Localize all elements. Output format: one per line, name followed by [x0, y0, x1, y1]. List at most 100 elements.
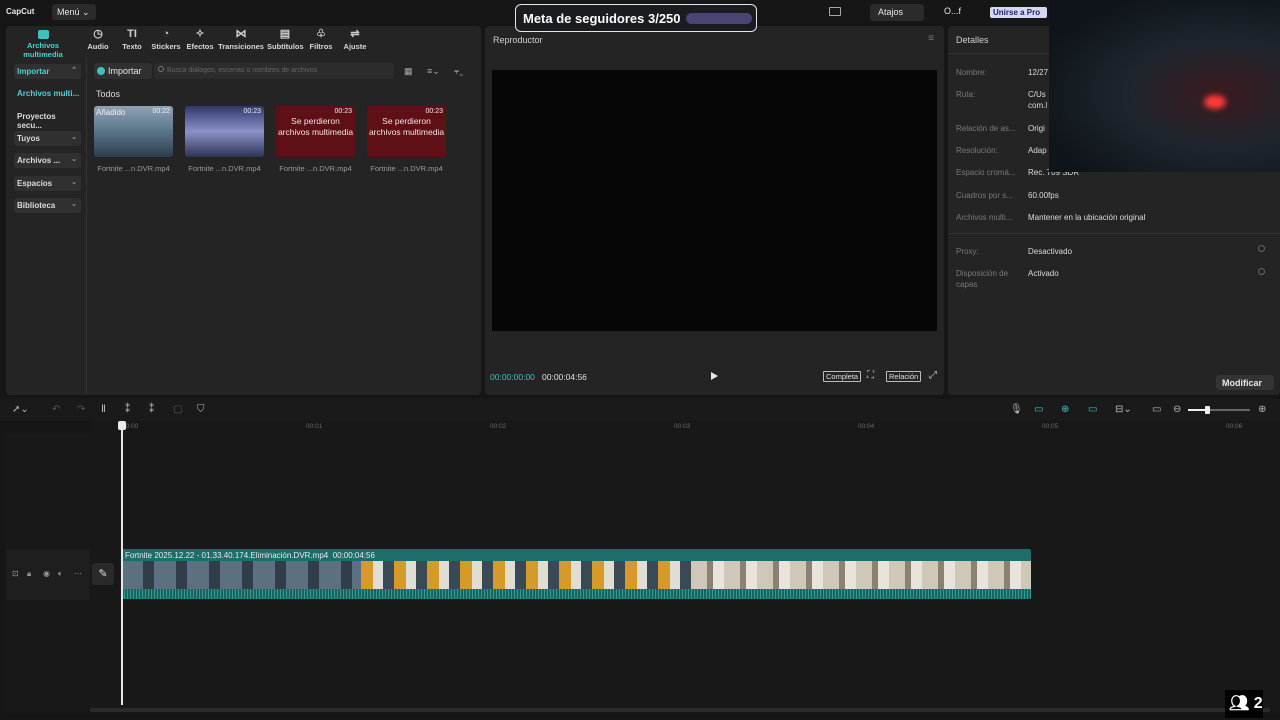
- volume-icon[interactable]: 🔈︎: [58, 569, 63, 579]
- microphone-icon[interactable]: 🎙: [1010, 404, 1023, 415]
- sidebar-item-yours[interactable]: Tuyos ⌄: [14, 131, 81, 146]
- cover-icon[interactable]: ⊡: [12, 569, 19, 578]
- app-logo: CapCut: [6, 7, 35, 16]
- fullscreen-icon[interactable]: ⤢: [929, 370, 937, 381]
- eye-icon[interactable]: ◉: [43, 569, 50, 578]
- tool-stickers[interactable]: ◔ Stickers: [151, 28, 181, 51]
- tool-effects[interactable]: ✧ Efectos: [186, 28, 214, 51]
- media-thumbnail-missing[interactable]: 00:23 Se perdieron archivos multimedia: [367, 106, 446, 157]
- playhead[interactable]: [121, 421, 123, 705]
- zoom-slider[interactable]: [1188, 406, 1250, 414]
- tool-adjust[interactable]: ⇌ Ajuste: [342, 28, 368, 51]
- detail-label: Espacio cromá...: [956, 168, 1016, 177]
- detail-value: Activado: [1028, 269, 1059, 278]
- sidebar-item-files[interactable]: Archivos ... ⌄: [14, 153, 81, 168]
- zoom-in-icon[interactable]: ⊕: [1258, 404, 1266, 415]
- video-clip[interactable]: Fortnite 2025.12.22 - 01.33.40.174.Elimi…: [121, 549, 1031, 599]
- snap-icon[interactable]: ⊕: [1061, 404, 1069, 415]
- media-icon: [37, 30, 49, 39]
- user-name[interactable]: O...f: [944, 6, 961, 16]
- zoom-out-icon[interactable]: ⊖: [1173, 404, 1181, 415]
- tool-audio[interactable]: ◷ Audio: [86, 28, 110, 51]
- player-panel: Reproductor ≡ 00:00:00:00 00:00:04:56 Co…: [485, 26, 944, 395]
- shield-icon[interactable]: ⛉: [197, 404, 205, 415]
- full-quality-button[interactable]: Completa: [823, 371, 862, 382]
- added-badge: Añadido: [96, 108, 126, 117]
- text-icon: TI: [127, 28, 137, 40]
- menu-icon[interactable]: ≡: [928, 33, 934, 44]
- sort-icon[interactable]: ≡⌄: [427, 66, 440, 77]
- chevron-up-icon: ⌃: [71, 67, 77, 74]
- caption-icon[interactable]: ▭: [1152, 404, 1161, 415]
- filter-icon[interactable]: ⫧⌄: [454, 66, 463, 77]
- media-filename: Fortnite ...n.DVR.mp4: [188, 164, 261, 173]
- edit-cover-icon[interactable]: ✎: [92, 563, 114, 585]
- sidebar-item-projects[interactable]: Proyectos secu...: [14, 109, 81, 130]
- tool-filters[interactable]: ♧ Filtros: [309, 28, 333, 51]
- delete-icon[interactable]: ▢: [173, 404, 182, 415]
- split-left-icon[interactable]: ⁑: [125, 404, 130, 415]
- ratio-button[interactable]: Relación: [886, 371, 922, 382]
- media-thumbnail-missing[interactable]: 00:23 Se perdieron archivos multimedia: [276, 106, 355, 157]
- import-button[interactable]: Importar: [94, 63, 152, 79]
- tool-transitions[interactable]: ⋈ Transiciones: [218, 28, 264, 51]
- goal-progress-bar: [686, 13, 752, 24]
- users-icon: 👥︎: [1229, 695, 1250, 712]
- sidebar-item-spaces[interactable]: Espacios ⌄: [14, 176, 81, 191]
- tool-media[interactable]: Archivos multimedia: [8, 28, 78, 59]
- link-icon[interactable]: ▭: [1034, 404, 1043, 415]
- timeline-toolbar: ➚⌄ ↶ ↷ Ⅱ ⁑ ⁑ ▢ ⛉ 🎙 ▭ ⊕ ▭ ⊟⌄ ▭ ⊖ ⊕: [0, 399, 1280, 421]
- shortcuts-button[interactable]: Atajos: [870, 4, 924, 21]
- detail-value: Desactivado: [1028, 247, 1073, 256]
- tool-text[interactable]: TI Texto: [119, 28, 145, 51]
- search-input[interactable]: Busca diálogos, escenas o nombres de arc…: [154, 63, 394, 79]
- help-icon[interactable]: [1258, 245, 1265, 252]
- help-icon[interactable]: [1258, 268, 1265, 275]
- undo-icon[interactable]: ↶: [52, 404, 60, 415]
- lock-icon[interactable]: 🔒︎: [27, 569, 31, 579]
- media-thumbnail[interactable]: Añadido 00:22: [94, 106, 173, 157]
- chevron-down-icon: ⌄: [71, 201, 77, 208]
- preview-axis-icon[interactable]: ⊟⌄: [1115, 404, 1132, 415]
- split-icon[interactable]: Ⅱ: [101, 404, 106, 415]
- redo-icon[interactable]: ↷: [77, 404, 85, 415]
- crop-icon[interactable]: ⛶: [867, 370, 874, 381]
- detail-label: Resolución:: [956, 146, 998, 155]
- sticker-icon: ◔: [162, 28, 170, 40]
- divider: [948, 233, 1280, 234]
- linkage-icon[interactable]: ▭: [1088, 404, 1097, 415]
- video-preview[interactable]: [492, 70, 937, 331]
- more-icon[interactable]: ⋯: [74, 569, 82, 578]
- horizontal-scrollbar[interactable]: [90, 708, 1270, 712]
- detail-label: Nombre:: [956, 68, 987, 77]
- sidebar-item-media-files[interactable]: Archivos multi...: [14, 86, 81, 101]
- grid-view-icon[interactable]: ▦: [404, 66, 413, 77]
- ruler-tick: 00:02: [490, 423, 507, 430]
- time-ruler[interactable]: 00:00 00:01 00:02 00:03 00:04 00:05 00:0…: [90, 421, 1280, 433]
- effects-icon: ✧: [195, 28, 205, 40]
- modify-button[interactable]: Modificar: [1216, 375, 1274, 390]
- sidebar-divider: [86, 58, 87, 395]
- menu-button[interactable]: Menú ⌄: [52, 4, 96, 20]
- media-thumbnail[interactable]: 00:23: [185, 106, 264, 157]
- zoom-handle[interactable]: [1205, 406, 1210, 414]
- sidebar-item-library[interactable]: Biblioteca ⌄: [14, 198, 81, 213]
- detail-label: Cuadros por s...: [956, 191, 1013, 200]
- layout-icon[interactable]: [829, 7, 841, 16]
- missing-media-text: Se perdieron archivos multimedia: [277, 116, 354, 137]
- split-right-icon[interactable]: ⁑: [149, 404, 154, 415]
- ruler-tick: 00:05: [1042, 423, 1059, 430]
- detail-value: 12/27: [1028, 68, 1049, 77]
- select-tool-icon[interactable]: ➚⌄: [12, 404, 29, 415]
- section-label: Todos: [96, 89, 121, 99]
- play-icon[interactable]: [711, 372, 718, 380]
- detail-label: Disposición de capas: [956, 269, 1009, 289]
- goal-text: Meta de seguidores 3/250: [523, 11, 681, 26]
- detail-value: Adap: [1028, 146, 1047, 155]
- tool-subtitles[interactable]: ▤ Subtítulos: [267, 28, 304, 51]
- join-pro-button[interactable]: Unirse a Pro: [990, 7, 1047, 18]
- import-icon: [97, 67, 105, 75]
- audio-icon: ◷: [93, 28, 103, 40]
- current-timecode: 00:00:00:00: [490, 372, 535, 382]
- sidebar-item-import[interactable]: Importar ⌃: [14, 64, 81, 79]
